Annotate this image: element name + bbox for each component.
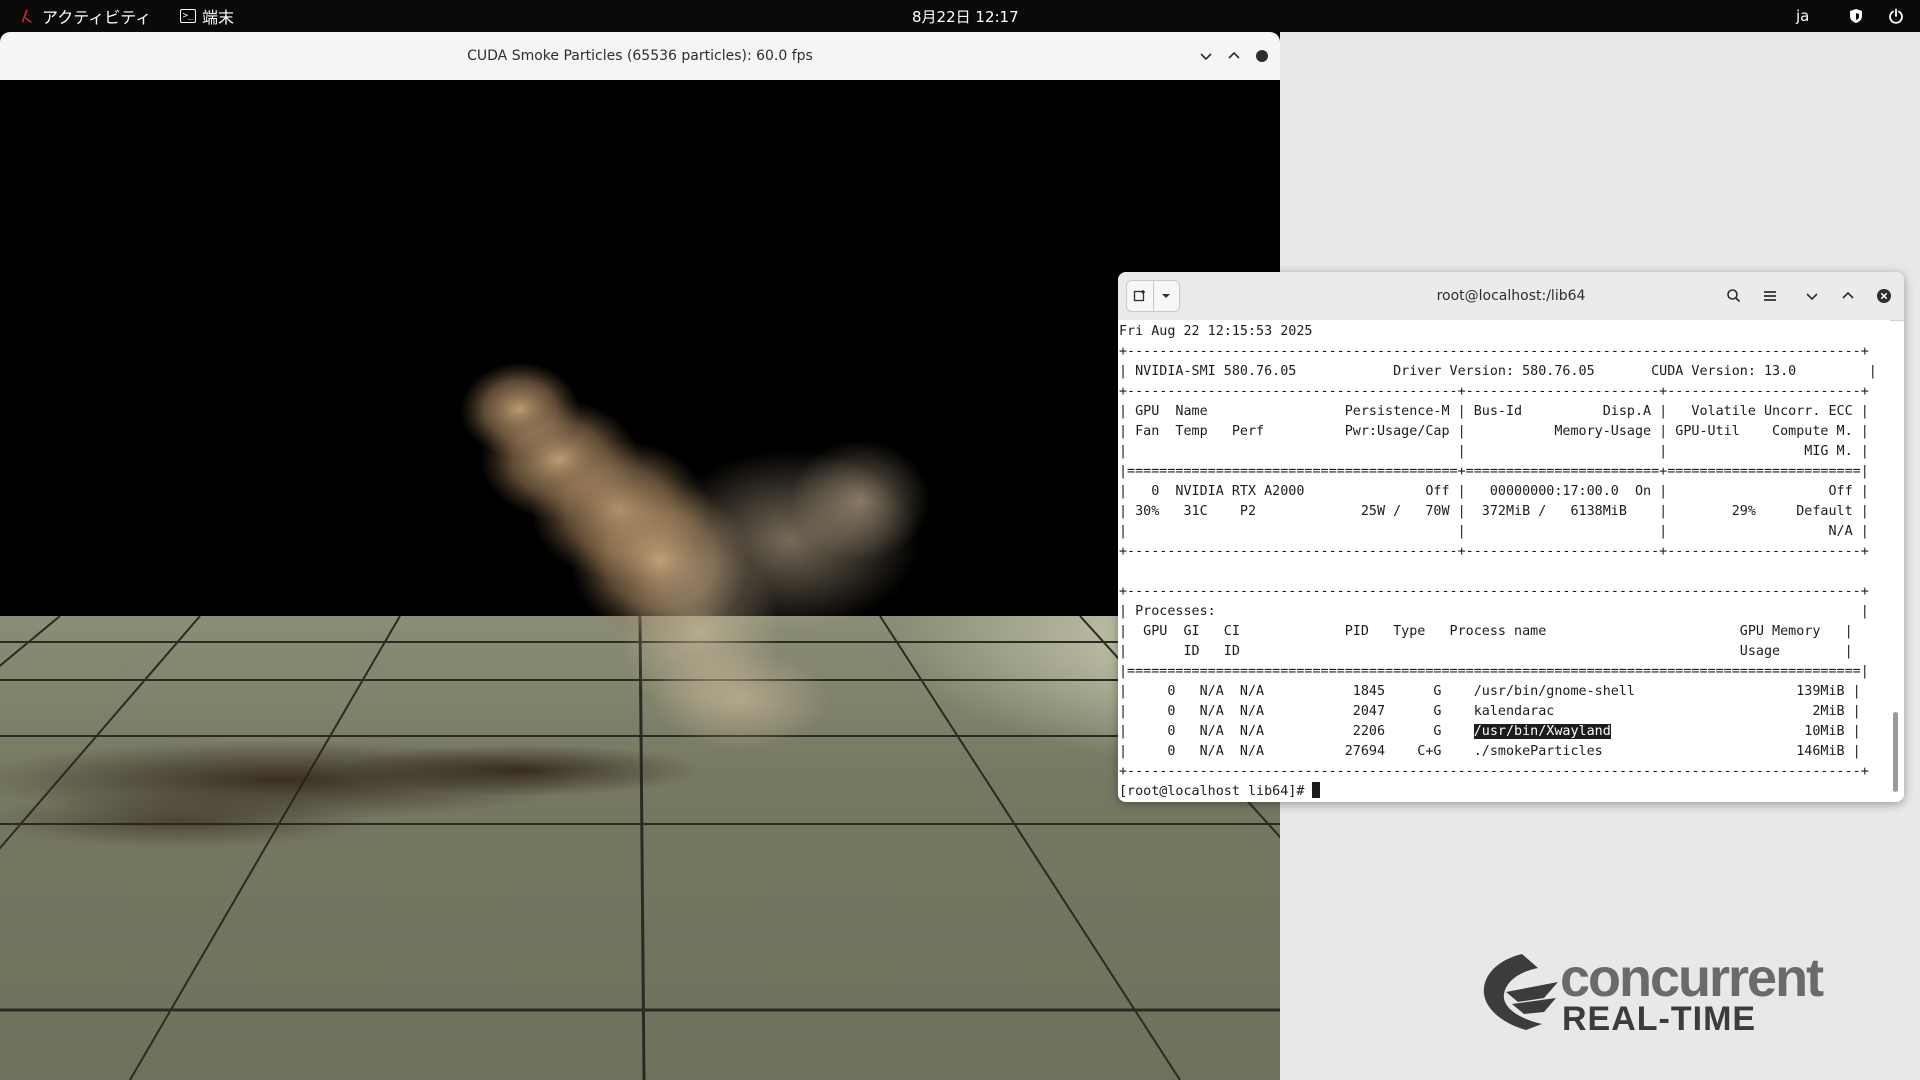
- search-icon[interactable]: [1724, 286, 1744, 306]
- activities-button[interactable]: アクティビティ: [18, 0, 151, 32]
- terminal-title: root@localhost:/lib64: [1436, 288, 1586, 304]
- maximize-icon[interactable]: [1838, 286, 1858, 306]
- smoke-render-viewport[interactable]: [0, 80, 1280, 1080]
- terminal-scrollbar[interactable]: [1893, 712, 1898, 792]
- maximize-icon[interactable]: [1224, 46, 1244, 66]
- terminal-text: Fri Aug 22 12:15:53 2025 +--------------…: [1119, 324, 1877, 799]
- terminal-icon: >_: [180, 9, 196, 23]
- terminal-output[interactable]: Fri Aug 22 12:15:53 2025 +--------------…: [1118, 320, 1890, 802]
- window-titlebar[interactable]: CUDA Smoke Particles (65536 particles): …: [0, 32, 1280, 81]
- power-icon[interactable]: [1888, 8, 1904, 24]
- activities-label: アクティビティ: [42, 8, 152, 27]
- logo-line2: REAL-TIME: [1562, 1000, 1756, 1034]
- app-menu-terminal[interactable]: >_ 端末: [180, 0, 234, 32]
- minimize-icon[interactable]: [1802, 286, 1822, 306]
- close-icon[interactable]: [1252, 46, 1272, 66]
- app-menu-label: 端末: [202, 8, 235, 27]
- input-language-indicator[interactable]: ja: [1796, 0, 1809, 32]
- terminal-window[interactable]: root@localhost:/lib64 Fri Aug 22 12:15:5…: [1118, 272, 1904, 802]
- smoke-particles-window[interactable]: CUDA Smoke Particles (65536 particles): …: [0, 32, 1280, 1080]
- minimize-icon[interactable]: [1196, 46, 1216, 66]
- window-title: CUDA Smoke Particles (65536 particles): …: [467, 48, 813, 64]
- concurrent-real-time-logo: concurrent REAL-TIME: [1483, 952, 1826, 1034]
- distro-logo-icon: [21, 9, 33, 23]
- terminal-headerbar[interactable]: root@localhost:/lib64: [1118, 272, 1904, 321]
- close-icon[interactable]: [1874, 286, 1894, 306]
- selected-text: /usr/bin/Xwayland: [1473, 724, 1611, 739]
- top-bar: アクティビティ >_ 端末 8月22日 12:17 ja: [0, 0, 1920, 32]
- text-cursor: [1312, 782, 1321, 798]
- clock[interactable]: 8月22日 12:17: [912, 0, 1019, 32]
- shield-icon[interactable]: [1848, 8, 1864, 24]
- hamburger-menu-icon[interactable]: [1760, 286, 1780, 306]
